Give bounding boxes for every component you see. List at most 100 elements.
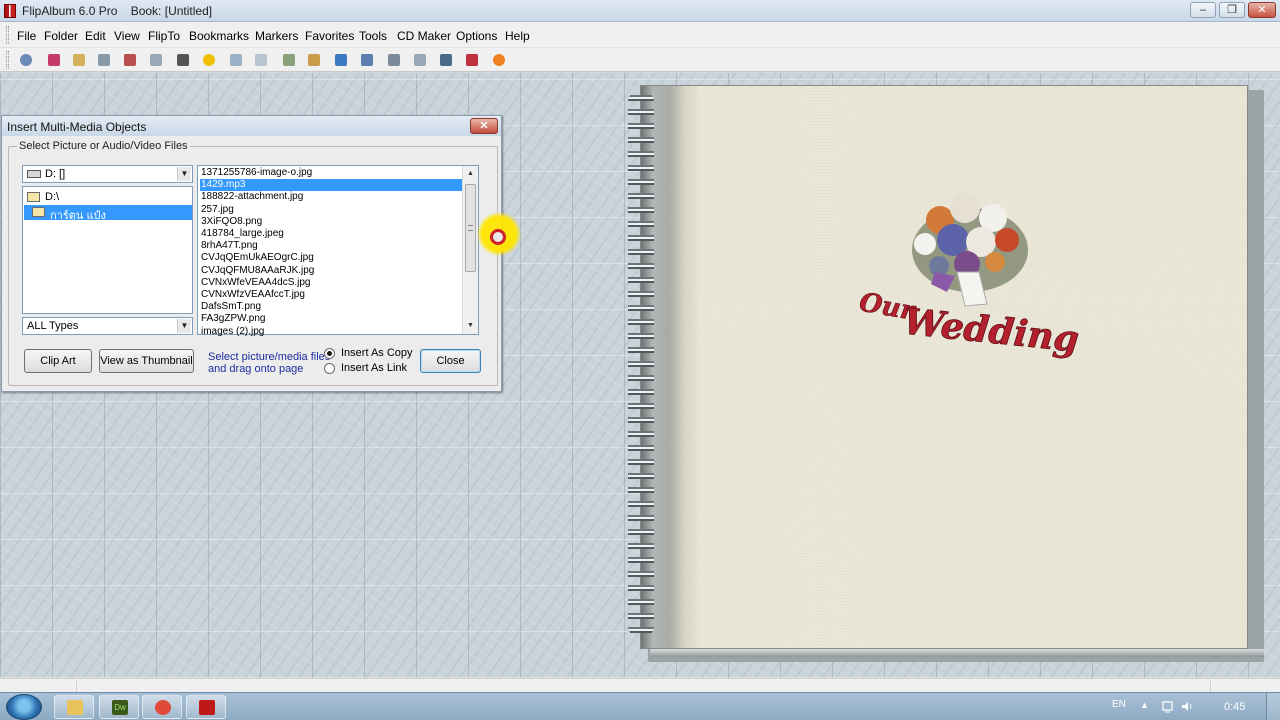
burn-icon[interactable]: [490, 51, 508, 69]
tray-expand-icon[interactable]: ▲: [1140, 700, 1149, 710]
dialog-titlebar[interactable]: Insert Multi-Media Objects ✕: [2, 116, 501, 136]
menu-tools[interactable]: Tools: [359, 29, 387, 43]
file-item[interactable]: CVJqQEmUkAEOgrC.jpg: [200, 252, 462, 264]
close-window-button[interactable]: ✕: [1248, 2, 1276, 18]
bookmark-icon[interactable]: [45, 51, 63, 69]
start-button[interactable]: [6, 694, 42, 720]
window-title: FlipAlbum 6.0 Pro Book: [Untitled]: [22, 4, 213, 18]
menu-cd-maker[interactable]: CD Maker: [397, 29, 451, 43]
web-icon[interactable]: [332, 51, 350, 69]
menu-bookmarks[interactable]: Bookmarks: [189, 29, 249, 43]
book-icon-glyph: [308, 54, 320, 66]
edit-icon[interactable]: [227, 51, 245, 69]
folder-item[interactable]: D:\: [24, 190, 192, 205]
language-indicator[interactable]: EN: [1112, 699, 1126, 710]
scroll-up-icon[interactable]: ▲: [463, 166, 478, 181]
folder-label: การ์ตูน แป๋ง: [50, 210, 106, 222]
menu-folder[interactable]: Folder: [44, 29, 78, 43]
file-item-selected[interactable]: 1429.mp3: [200, 179, 462, 192]
folder-item-selected[interactable]: การ์ตูน แป๋ง: [24, 205, 192, 222]
open-book-icon[interactable]: [70, 51, 88, 69]
album-book[interactable]: [628, 82, 1268, 664]
dialog-close-button[interactable]: ✕: [470, 118, 498, 134]
sheet-icon[interactable]: [358, 51, 376, 69]
file-item[interactable]: CVJqQFMU8AAaRJK.jpg: [200, 265, 462, 277]
arrow-icon[interactable]: [463, 51, 481, 69]
taskbar-app-1[interactable]: Dw: [99, 695, 139, 719]
file-item[interactable]: CVNxWfzVEAAfccT.jpg: [200, 289, 462, 301]
chevron-down-icon[interactable]: ▼: [177, 167, 191, 181]
drive-value: D: []: [45, 168, 66, 180]
eye-icon[interactable]: [17, 51, 35, 69]
chrome-icon: [155, 700, 171, 715]
menu-help[interactable]: Help: [505, 29, 530, 43]
drive-icon: [27, 170, 41, 178]
minimize-button[interactable]: ‒: [1190, 2, 1216, 18]
maximize-button[interactable]: ❐: [1219, 2, 1245, 18]
clip-art-button[interactable]: Clip Art: [24, 349, 92, 373]
taskbar-app-0[interactable]: [54, 695, 94, 719]
page-icon[interactable]: [95, 51, 113, 69]
gallery-icon-glyph: [440, 54, 452, 66]
chevron-down-icon[interactable]: ▼: [177, 319, 191, 333]
book-icon[interactable]: [305, 51, 323, 69]
drive-select[interactable]: D: [] ▼: [22, 165, 193, 183]
explorer-icon: [67, 700, 83, 715]
bookmark-icon-glyph: [48, 54, 60, 66]
tools-icon[interactable]: [280, 51, 298, 69]
file-type-select[interactable]: ALL Types ▼: [22, 317, 193, 335]
web-icon-glyph: [335, 54, 347, 66]
print-icon[interactable]: [174, 51, 192, 69]
album-page[interactable]: [640, 85, 1248, 649]
file-item[interactable]: 8rhA47T.png: [200, 240, 462, 252]
menu-view[interactable]: View: [114, 29, 140, 43]
action-center-icon[interactable]: [1161, 700, 1174, 713]
pages-icon[interactable]: [147, 51, 165, 69]
status-cell: [76, 680, 77, 692]
scrollbar-thumb[interactable]: [465, 184, 476, 272]
file-item[interactable]: 188822-attachment.jpg: [200, 191, 462, 203]
file-item[interactable]: 418784_large.jpeg: [200, 228, 462, 240]
next-page-icon[interactable]: [121, 51, 139, 69]
taskbar-app-2[interactable]: [142, 695, 182, 719]
eye-icon-glyph: [20, 54, 32, 66]
clock[interactable]: 0:45: [1224, 701, 1245, 713]
dialog-title: Insert Multi-Media Objects: [7, 120, 147, 134]
show-desktop-button[interactable]: [1266, 693, 1280, 720]
menu-favorites[interactable]: Favorites: [305, 29, 354, 43]
toolbar-grip: [6, 51, 9, 69]
file-item[interactable]: DafsSmT.png: [200, 301, 462, 313]
film-icon[interactable]: [385, 51, 403, 69]
add-icon[interactable]: [200, 51, 218, 69]
gallery-icon[interactable]: [437, 51, 455, 69]
taskbar-app-3[interactable]: [186, 695, 226, 719]
file-item[interactable]: 3XiFQO8.png: [200, 216, 462, 228]
file-type-value: ALL Types: [27, 320, 79, 332]
folder-list[interactable]: D:\ การ์ตูน แป๋ง: [22, 186, 193, 314]
file-item[interactable]: 1371255786-image-o.jpg: [200, 167, 462, 179]
menu-options[interactable]: Options: [456, 29, 497, 43]
page-edge: [650, 649, 1264, 657]
file-list[interactable]: 1371255786-image-o.jpg 1429.mp3 188822-att…: [197, 165, 479, 338]
menu-edit[interactable]: Edit: [85, 29, 106, 43]
status-cell: [1210, 680, 1211, 692]
volume-icon[interactable]: [1181, 700, 1194, 713]
page-icon-glyph: [98, 54, 110, 66]
menu-flipto[interactable]: FlipTo: [148, 29, 180, 43]
drag-hint: Select picture/media files and drag onto…: [208, 351, 330, 375]
file-item[interactable]: FA3gZPW.png: [200, 313, 462, 325]
slides-icon-glyph: [414, 54, 426, 66]
scroll-down-icon[interactable]: ▼: [463, 318, 478, 333]
close-button[interactable]: Close: [420, 349, 481, 373]
file-list-scrollbar[interactable]: ▲ ▼: [462, 166, 478, 334]
menu-markers[interactable]: Markers: [255, 29, 298, 43]
two-pages-icon[interactable]: [252, 51, 270, 69]
file-item[interactable]: CVNxWfeVEAA4dcS.jpg: [200, 277, 462, 289]
radio-link[interactable]: [324, 363, 335, 374]
file-item[interactable]: images (2).jpg: [200, 326, 462, 338]
radio-copy[interactable]: [324, 348, 335, 359]
menu-file[interactable]: File: [17, 29, 36, 43]
view-as-thumbnail-button[interactable]: View as Thumbnail: [99, 349, 194, 373]
file-item[interactable]: 257.jpg: [200, 204, 462, 216]
slides-icon[interactable]: [411, 51, 429, 69]
